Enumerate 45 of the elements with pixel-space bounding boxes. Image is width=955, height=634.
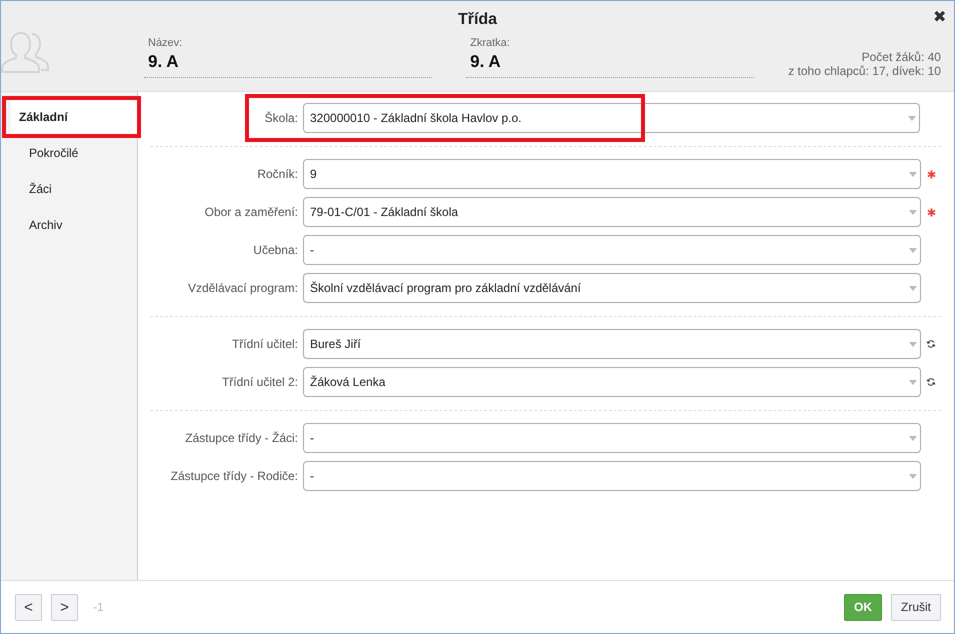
refresh-icon[interactable] [926,377,936,387]
field-label: Učebna: [252,243,299,257]
dropdown-field[interactable]: - [303,423,921,453]
window-title: Třída [458,11,498,29]
sidebar-tab[interactable]: Pokročilé [11,135,137,171]
field-label: Ročník: [256,167,299,181]
dropdown-caret-icon[interactable] [909,172,917,176]
dropdown-field[interactable]: - [303,461,921,491]
cancel-button[interactable]: Zrušit [891,594,941,620]
dropdown-field[interactable]: 320000010 - Základní škola Havlov p.o. [303,103,920,133]
record-position: -1 [93,600,104,614]
field-label: Zkratka: [469,37,511,49]
name-field[interactable]: 9. A [144,52,432,72]
dropdown-field[interactable]: - [303,235,921,265]
dropdown-caret-icon[interactable] [909,286,917,290]
name-field[interactable]: 9. A [466,52,754,72]
sidebar-tab[interactable]: Žáci [11,171,137,207]
dropdown-caret-icon[interactable] [908,116,916,120]
field-label: Zástupce třídy - Rodiče: [170,469,299,483]
dropdown-caret-icon[interactable] [909,474,917,478]
previous-button[interactable]: < [15,594,42,620]
dropdown-caret-icon[interactable] [909,380,917,384]
dropdown-caret-icon[interactable] [909,342,917,346]
student-count: Počet žáků: 40 [860,50,941,64]
student-count: z toho chlapců: 17, dívek: 10 [788,64,941,78]
field-label: Obor a zaměření: [204,205,299,219]
field-label: Vzdělávací program: [186,281,299,295]
next-button[interactable]: > [51,594,78,620]
field-label: Zástupce třídy - Žáci: [184,431,299,445]
dropdown-field[interactable]: 79-01-C/01 - Základní škola [303,197,921,227]
sidebar-tab[interactable]: Archiv [11,207,137,243]
dropdown-caret-icon[interactable] [909,210,917,214]
field-label: Třídní učitel 2: [220,375,299,389]
refresh-icon[interactable] [926,339,936,349]
close-button[interactable]: ✖ [933,9,946,27]
dropdown-field[interactable]: Bureš Jiří [303,329,921,359]
field-label: Třídní učitel: [230,337,299,351]
dropdown-field[interactable]: 9 [303,159,921,189]
field-label: Název: [147,37,184,49]
dropdown-field[interactable]: Žáková Lenka [303,367,921,397]
field-label: Škola: [264,111,299,125]
dropdown-caret-icon[interactable] [909,436,917,440]
sidebar-tab[interactable]: Základní [5,99,138,135]
dropdown-field[interactable]: Školní vzdělávací program pro základní vzdělávání [303,273,921,303]
dropdown-caret-icon[interactable] [909,248,917,252]
